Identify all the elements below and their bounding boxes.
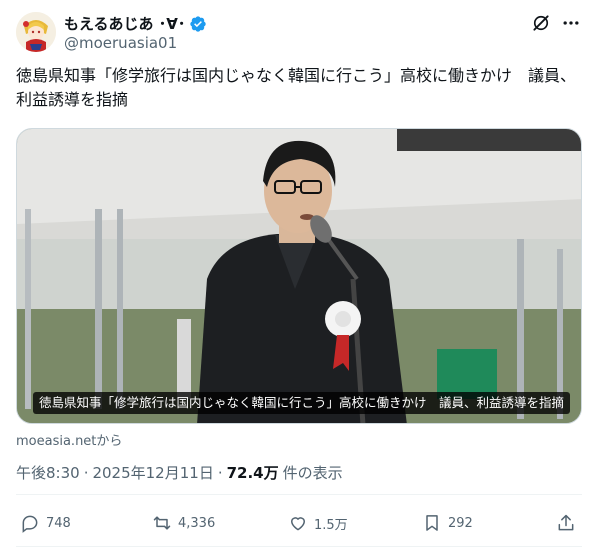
more-button[interactable] — [560, 12, 582, 34]
like-count: 1.5万 — [314, 517, 348, 533]
handle[interactable]: @moeruasia01 — [64, 34, 177, 52]
bookmark-icon — [426, 515, 438, 531]
tweet-text: 徳島県知事「修学旅行は国内じゃなく韓国に行こう」高校に働きかけ 議員、利益誘導を… — [16, 66, 577, 109]
link-source[interactable]: moeasia.netから — [16, 430, 122, 449]
reply-button[interactable]: 748 — [20, 508, 71, 538]
news-photo — [17, 129, 581, 423]
like-button[interactable]: 1.5万 — [288, 508, 348, 538]
grok-button[interactable] — [530, 12, 552, 34]
tweet-header: もえるあじあ ･∀･ @moeruasia01 — [16, 12, 582, 56]
meta-separator: · — [83, 464, 89, 482]
tweet-meta: 午後8:30 · 2025年12月11日 · 72.4万 件の表示 — [16, 462, 343, 483]
views-count[interactable]: 72.4万 — [227, 462, 279, 483]
retweet-count: 4,336 — [178, 515, 216, 531]
post-time[interactable]: 午後8:30 — [16, 462, 80, 483]
avatar[interactable] — [16, 12, 56, 52]
retweet-icon — [153, 516, 171, 530]
action-bar: 748 4,336 1.5万 292 — [16, 508, 582, 538]
verified-badge-icon — [190, 15, 207, 32]
post-date[interactable]: 2025年12月11日 — [92, 462, 213, 483]
meta-separator: · — [217, 464, 223, 482]
more-icon — [563, 21, 579, 25]
views-label: 件の表示 — [282, 464, 343, 482]
display-name[interactable]: もえるあじあ ･∀･ — [64, 13, 185, 34]
share-button[interactable] — [556, 508, 576, 538]
media-caption: 徳島県知事「修学旅行は国内じゃなく韓国に行こう」高校に働きかけ 議員、利益誘導を… — [33, 392, 571, 414]
reply-icon — [22, 515, 38, 533]
bookmark-button[interactable]: 292 — [422, 508, 473, 538]
link-card-media[interactable]: 徳島県知事「修学旅行は国内じゃなく韓国に行こう」高校に働きかけ 議員、利益誘導を… — [16, 128, 582, 424]
bookmark-count: 292 — [448, 515, 473, 531]
like-icon — [291, 517, 305, 531]
reply-count: 748 — [46, 515, 71, 531]
name-row: もえるあじあ ･∀･ — [64, 13, 207, 34]
share-icon — [558, 514, 574, 531]
grok-icon — [533, 15, 549, 31]
retweet-button[interactable]: 4,336 — [152, 508, 215, 538]
divider — [16, 494, 582, 495]
